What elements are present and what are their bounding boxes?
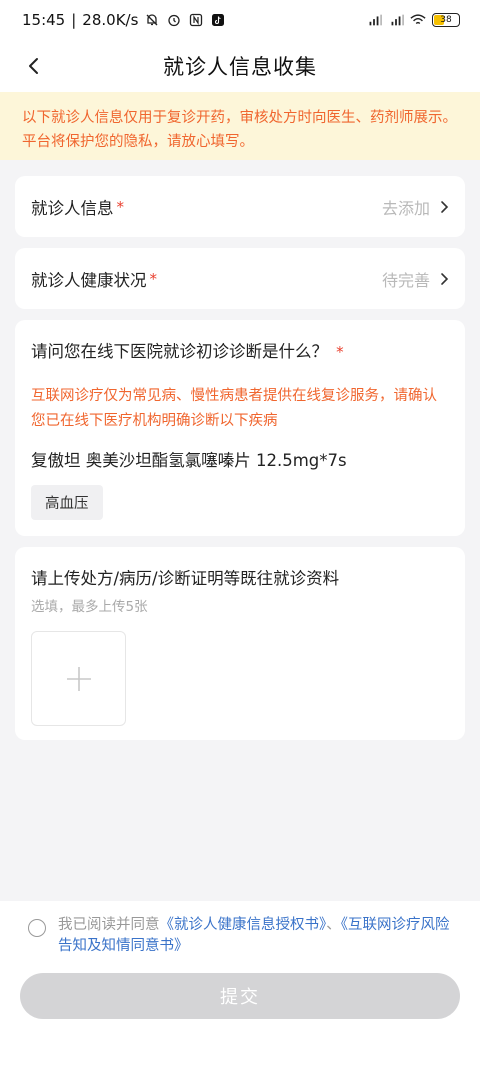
page-title: 就诊人信息收集: [163, 55, 317, 79]
health-status-label: 就诊人健康状况: [31, 270, 147, 290]
wifi-icon: [410, 12, 426, 28]
plus-icon: [66, 666, 91, 691]
clock: 15:45: [22, 11, 66, 29]
required-mark: *: [149, 269, 158, 288]
agreement-text: 我已阅读并同意《就诊人健康信息授权书》、《互联网诊疗风险告知及知情同意书》: [58, 915, 460, 957]
chevron-right-icon: [441, 272, 449, 285]
main-content: 就诊人信息 * 去添加 就诊人健康状况 * 待完善 请问您在线下医院就诊初诊诊断…: [0, 160, 480, 740]
patient-info-row[interactable]: 就诊人信息 * 去添加: [15, 176, 465, 237]
nav-bar: 就诊人信息收集: [0, 40, 480, 92]
status-bar: 15:45 | 28.0K/s 38: [0, 0, 480, 40]
health-auth-link[interactable]: 《就诊人健康信息授权书》: [160, 917, 327, 933]
network-speed: 28.0K/s: [82, 11, 139, 29]
diagnosis-tag[interactable]: 高血压: [31, 485, 103, 520]
agreement-prefix: 我已阅读并同意: [58, 917, 160, 933]
required-mark: *: [116, 197, 125, 216]
drug-name: 复傲坦 奥美沙坦酯氢氯噻嗪片 12.5mg*7s: [31, 451, 347, 470]
upload-subtitle: 选填，最多上传5张: [31, 599, 148, 615]
signal-hd-icon-1: [366, 12, 382, 28]
agreement-row: 我已阅读并同意《就诊人健康信息授权书》、《互联网诊疗风险告知及知情同意书》: [28, 915, 460, 957]
upload-image-button[interactable]: [31, 631, 126, 726]
patient-info-label: 就诊人信息: [31, 198, 114, 218]
alarm-icon: [166, 12, 182, 28]
required-mark: *: [336, 343, 344, 361]
patient-info-value-wrap: 去添加: [382, 195, 449, 219]
diagnosis-note: 互联网诊疗仅为常见病、慢性病患者提供在线复诊服务，请确认您已在线下医疗机构明确诊…: [31, 388, 437, 429]
chevron-right-icon: [441, 200, 449, 213]
submit-button[interactable]: 提交: [20, 973, 460, 1019]
mute-bell-icon: [144, 12, 160, 28]
privacy-notice: 以下就诊人信息仅用于复诊开药，审核处方时向医生、药剂师展示。平台将保护您的隐私，…: [0, 92, 480, 160]
signal-hd-icon-2: [388, 12, 404, 28]
upload-card: 请上传处方/病历/诊断证明等既往就诊资料 选填，最多上传5张: [15, 547, 465, 740]
upload-title: 请上传处方/病历/诊断证明等既往就诊资料: [31, 569, 340, 588]
health-status-value: 待完善: [381, 270, 430, 290]
health-status-value-wrap: 待完善: [382, 267, 449, 291]
diagnosis-card: 请问您在线下医院就诊初诊诊断是什么？ * 互联网诊疗仅为常见病、慢性病患者提供在…: [15, 320, 465, 536]
diagnosis-question-line: 请问您在线下医院就诊初诊诊断是什么？ *: [31, 338, 449, 362]
patient-info-value: 去添加: [381, 198, 430, 218]
health-status-row[interactable]: 就诊人健康状况 * 待完善: [15, 248, 465, 309]
chevron-left-icon: [29, 58, 38, 74]
battery-icon: 38: [432, 13, 460, 27]
divider: |: [71, 11, 77, 29]
nfc-icon: [188, 12, 204, 28]
agreement-separator: 、: [326, 917, 341, 933]
agree-radio[interactable]: [28, 919, 46, 937]
back-button[interactable]: [18, 50, 50, 82]
battery-level: 38: [440, 15, 452, 25]
footer: 我已阅读并同意《就诊人健康信息授权书》、《互联网诊疗风险告知及知情同意书》 提交: [0, 901, 480, 1067]
tiktok-icon: [210, 12, 226, 28]
diagnosis-question: 请问您在线下医院就诊初诊诊断是什么？: [31, 342, 328, 361]
